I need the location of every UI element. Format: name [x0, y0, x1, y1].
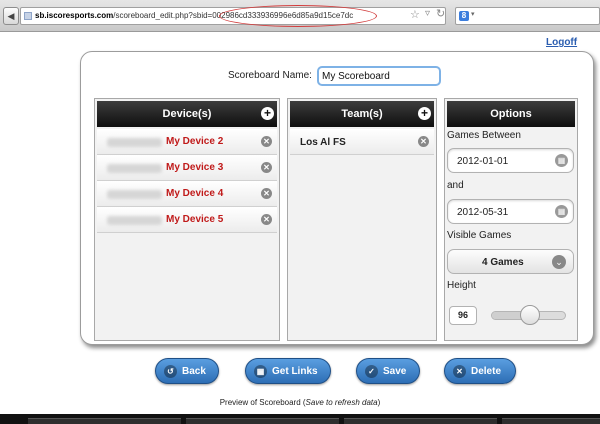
device-id-redacted [107, 138, 162, 147]
browser-search-input[interactable]: 8 ▾ [455, 7, 600, 25]
visible-games-label: Visible Games [447, 230, 512, 241]
grid-icon: ▦ [254, 365, 267, 378]
device-id-redacted [107, 216, 162, 225]
device-row[interactable]: My Device 2 ✕ [97, 129, 277, 155]
get-links-label: Get Links [272, 366, 318, 377]
preview-tile [344, 418, 497, 424]
devices-column: Device(s) + My Device 2 ✕ My Device 3 ✕ … [94, 98, 280, 341]
device-row[interactable]: My Device 3 ✕ [97, 155, 277, 181]
options-header: Options [447, 101, 575, 127]
preview-caption-italic: Save to refresh data [305, 398, 378, 407]
device-id-redacted [107, 164, 162, 173]
remove-device-icon[interactable]: ✕ [261, 136, 272, 147]
teams-header: Team(s) [290, 101, 434, 127]
device-name: My Device 5 [166, 214, 224, 225]
height-label: Height [447, 280, 476, 291]
device-name: My Device 4 [166, 188, 224, 199]
device-name: My Device 2 [166, 136, 224, 147]
url-domain: sb.iscoresports.com [35, 11, 114, 20]
chevron-down-icon[interactable]: ⌄ [552, 255, 566, 269]
height-slider-thumb[interactable] [520, 305, 540, 325]
devices-title: Device(s) [162, 108, 212, 120]
browser-back-button[interactable]: ◀ [3, 7, 19, 25]
scoreboard-name-input[interactable] [317, 66, 441, 86]
reload-icon[interactable]: ↻ [436, 7, 445, 20]
add-device-button[interactable]: + [261, 107, 274, 120]
delete-button[interactable]: ✕ Delete [444, 358, 516, 384]
height-input[interactable]: 96 [449, 306, 477, 325]
url-path: /scoreboard_edit.php?sbid= [113, 11, 213, 20]
games-between-label: Games Between [447, 130, 521, 141]
team-row[interactable]: Los Al FS ✕ [290, 129, 434, 155]
calendar-icon[interactable]: ▦ [555, 205, 568, 218]
preview-tile [502, 418, 600, 424]
and-label: and [447, 180, 464, 191]
remove-device-icon[interactable]: ✕ [261, 214, 272, 225]
device-row[interactable]: My Device 5 ✕ [97, 207, 277, 233]
start-date-field[interactable]: 2012-01-01 ▦ [447, 148, 574, 173]
device-id-redacted [107, 190, 162, 199]
preview-caption-prefix: Preview of Scoreboard ( [219, 398, 306, 407]
scoreboard-preview [0, 414, 600, 424]
add-team-button[interactable]: + [418, 107, 431, 120]
logoff-link[interactable]: Logoff [546, 37, 577, 48]
options-title: Options [490, 108, 532, 120]
remove-device-icon[interactable]: ✕ [261, 188, 272, 199]
preview-caption-suffix: ) [377, 398, 381, 407]
save-label: Save [383, 366, 407, 377]
delete-label: Delete [471, 366, 502, 377]
bookmark-star-icon[interactable]: ☆ [410, 8, 420, 21]
sbid-highlight-circle [219, 5, 377, 27]
back-label: Back [182, 366, 206, 377]
devices-header: Device(s) [97, 101, 277, 127]
preview-tile [186, 418, 339, 424]
save-button[interactable]: ✓ Save [356, 358, 420, 384]
visible-games-value: 4 Games [482, 257, 524, 268]
get-links-button[interactable]: ▦ Get Links [245, 358, 331, 384]
check-icon: ✓ [365, 365, 378, 378]
back-button[interactable]: ↺ Back [155, 358, 219, 384]
visible-games-select[interactable]: 4 Games ⌄ [447, 249, 574, 274]
teams-column: Team(s) + Los Al FS ✕ [287, 98, 437, 341]
preview-tile [28, 418, 181, 424]
team-name: Los Al FS [300, 137, 346, 148]
site-favicon-icon [24, 12, 32, 20]
teams-title: Team(s) [341, 108, 383, 120]
device-name: My Device 3 [166, 162, 224, 173]
remove-team-icon[interactable]: ✕ [418, 136, 429, 147]
device-row[interactable]: My Device 4 ✕ [97, 181, 277, 207]
remove-device-icon[interactable]: ✕ [261, 162, 272, 173]
end-date-field[interactable]: 2012-05-31 ▦ [447, 199, 574, 224]
calendar-icon[interactable]: ▦ [555, 154, 568, 167]
end-date-value: 2012-05-31 [457, 207, 509, 218]
url-dropdown-icon[interactable]: ▿ [425, 8, 430, 19]
start-date-value: 2012-01-01 [457, 156, 509, 167]
search-engine-icon[interactable]: 8 [459, 11, 469, 21]
scoreboard-name-label: Scoreboard Name: [228, 70, 312, 81]
delete-icon: ✕ [453, 365, 466, 378]
back-arrow-icon: ↺ [164, 365, 177, 378]
browser-toolbar: ◀ sb.iscoresports.com/scoreboard_edit.ph… [0, 0, 600, 32]
search-engine-caret-icon[interactable]: ▾ [471, 10, 475, 18]
preview-caption: Preview of Scoreboard (Save to refresh d… [0, 398, 600, 407]
